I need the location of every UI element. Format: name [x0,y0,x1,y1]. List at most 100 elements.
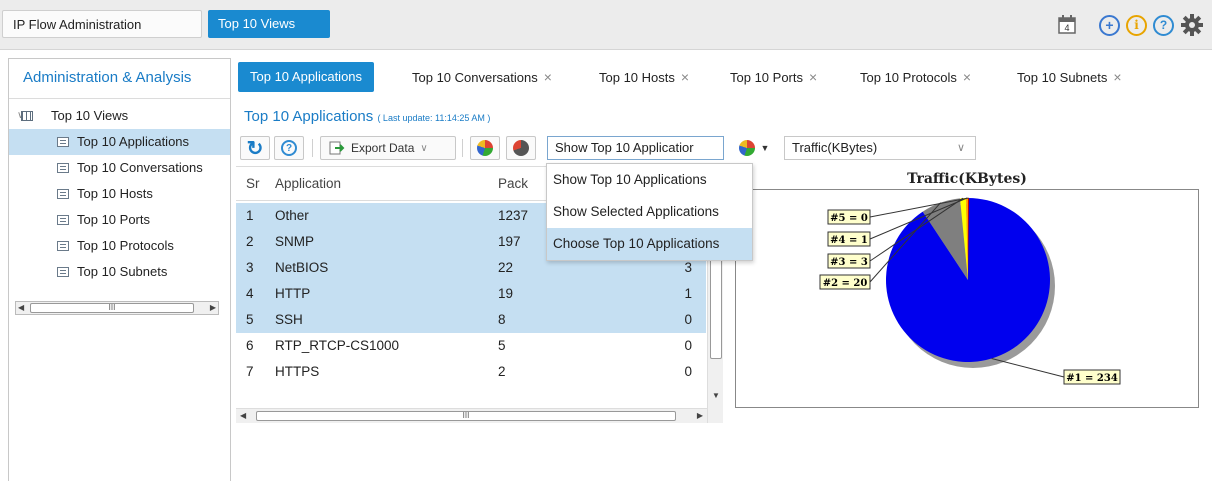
chevron-down-icon: ∨ [420,142,428,154]
tab-top-10-subnets[interactable]: Top 10 Subnets × [1017,62,1122,92]
close-icon[interactable]: × [681,69,689,85]
table-row[interactable]: 6 RTP_RTCP-CS1000 5 0 [236,333,706,359]
cell-sr: 7 [246,364,254,379]
table-horizontal-scrollbar[interactable]: ◀ III ▶ [236,408,707,423]
tab-label: Top 10 Ports [730,70,803,85]
tab-label: Top 10 Conversations [412,70,538,85]
tab-label: Top 10 Subnets [1017,70,1108,85]
pie-label-leader [991,358,1065,378]
pie-label: #4 = 1 [830,235,868,246]
scroll-left-icon[interactable]: ◀ [18,302,24,314]
table-row[interactable]: 4 HTTP 19 1 [236,281,706,307]
cell-packets: 2 [498,364,506,379]
cell-sr: 2 [246,234,254,249]
tree-root-label: Top 10 Views [51,108,129,123]
column-header-application[interactable]: Application [275,167,341,201]
close-icon[interactable]: × [1113,69,1121,85]
toolbar-divider [462,139,463,157]
metric-select[interactable]: Traffic(KBytes) ∨ [784,136,976,160]
cell-packets: 8 [498,312,506,327]
tab-top-10-hosts[interactable]: Top 10 Hosts × [599,62,689,92]
cell-sr: 1 [246,208,254,223]
column-header-packets[interactable]: Pack [498,167,528,201]
dropdown-option-show-top-10[interactable]: Show Top 10 Applications [547,164,752,196]
sidebar-item-top-10-subnets[interactable]: Top 10 Subnets [9,259,230,285]
export-data-button[interactable]: Export Data ∨ [320,136,456,160]
table-row[interactable]: 5 SSH 8 0 [236,307,706,333]
cell-packets: 5 [498,338,506,353]
tree-root-top-10-views[interactable]: ∨ Top 10 Views [9,103,230,129]
sidebar-item-label: Top 10 Hosts [77,186,153,201]
help-icon[interactable]: ? [1153,14,1174,36]
info-icon[interactable]: i [1126,14,1147,36]
cell-application: HTTPS [275,364,320,379]
sidebar-item-top-10-hosts[interactable]: Top 10 Hosts [9,181,230,207]
sidebar-item-top-10-protocols[interactable]: Top 10 Protocols [9,233,230,259]
sidebar-item-top-10-conversations[interactable]: Top 10 Conversations [9,155,230,181]
close-icon[interactable]: × [963,69,971,85]
sidebar-item-label: Top 10 Applications [77,134,190,149]
chart-remove-icon [513,140,529,156]
pie-chart-button[interactable] [470,136,500,160]
dropdown-option-choose-top-10[interactable]: Choose Top 10 Applications [547,228,752,260]
table-row[interactable]: 7 HTTPS 2 0 [236,359,706,385]
pie-chart-icon [477,140,493,156]
sidebar: Administration & Analysis ∨ Top 10 Views… [8,58,231,481]
sidebar-item-label: Top 10 Ports [77,212,150,227]
pie-chart: #1 = 234 #2 = 20 #3 = 3 #4 = 1 #5 = 0 [735,189,1199,408]
pie-chart-icon [738,140,755,156]
chevron-down-icon: ∨ [956,142,965,154]
tab-top-10-views[interactable]: Top 10 Views [208,10,330,38]
report-icon [57,163,69,173]
view-select-dropdown: Show Top 10 Applications Show Selected A… [546,163,753,261]
view-select[interactable]: Show Top 10 Applicatior [547,136,724,160]
cell-sr: 3 [246,260,254,275]
scroll-thumb[interactable]: III [30,303,194,313]
pie-label: #1 = 234 [1066,373,1118,384]
refresh-button[interactable]: ↻ [240,136,270,160]
sidebar-horizontal-scrollbar[interactable]: ◀ III ▶ [15,301,219,315]
scroll-thumb[interactable]: III [256,411,676,421]
report-icon [57,241,69,251]
pie-label: #5 = 0 [830,213,868,224]
cell-percent: 1 [684,286,692,301]
tab-top-10-applications[interactable]: Top 10 Applications [238,62,375,92]
chart-settings-button[interactable] [506,136,536,160]
scroll-down-icon[interactable]: ▼ [712,391,720,400]
cell-application: RTP_RTCP-CS1000 [275,338,400,353]
calendar-icon[interactable]: 4 [1057,14,1079,36]
tab-top-10-protocols[interactable]: Top 10 Protocols × [860,62,971,92]
pie-chart-svg: #1 = 234 #2 = 20 #3 = 3 #4 = 1 #5 = 0 [819,197,1121,385]
page-title: Top 10 Applications ( Last update: 11:14… [244,108,490,125]
cell-sr: 4 [246,286,254,301]
report-icon [57,137,69,147]
section-title: Top 10 Applications [244,108,374,125]
top-right-icons: 4 + i ? [1057,13,1204,37]
scroll-right-icon[interactable]: ▶ [210,302,216,314]
view-tabs: Top 10 Applications Top 10 Conversations… [236,62,1212,94]
add-icon[interactable]: + [1099,14,1120,36]
cell-packets: 197 [498,234,521,249]
gear-icon[interactable] [1180,13,1204,37]
column-header-sr[interactable]: Sr [246,167,260,201]
cell-application: HTTP [275,286,311,301]
cell-percent: 0 [684,364,692,379]
chart-type-button[interactable]: ▼ [732,136,776,160]
tab-top-10-ports[interactable]: Top 10 Ports × [730,62,817,92]
tab-label: Top 10 Protocols [860,70,957,85]
export-icon [329,141,345,155]
grid-icon [21,111,33,121]
help-button[interactable]: ? [274,136,304,160]
tab-ip-flow-administration[interactable]: IP Flow Administration [2,10,202,38]
sidebar-item-top-10-ports[interactable]: Top 10 Ports [9,207,230,233]
dropdown-option-show-selected[interactable]: Show Selected Applications [547,196,752,228]
scroll-left-icon[interactable]: ◀ [240,411,246,420]
close-icon[interactable]: × [544,69,552,85]
report-icon [57,215,69,225]
tab-top-10-conversations[interactable]: Top 10 Conversations × [412,62,552,92]
chart-title: Traffic(KBytes) [907,171,1027,187]
sidebar-item-top-10-applications[interactable]: Top 10 Applications [9,129,230,155]
close-icon[interactable]: × [809,69,817,85]
scroll-right-icon[interactable]: ▶ [697,411,703,420]
top-bar: IP Flow Administration Top 10 Views 4 + … [0,0,1212,50]
